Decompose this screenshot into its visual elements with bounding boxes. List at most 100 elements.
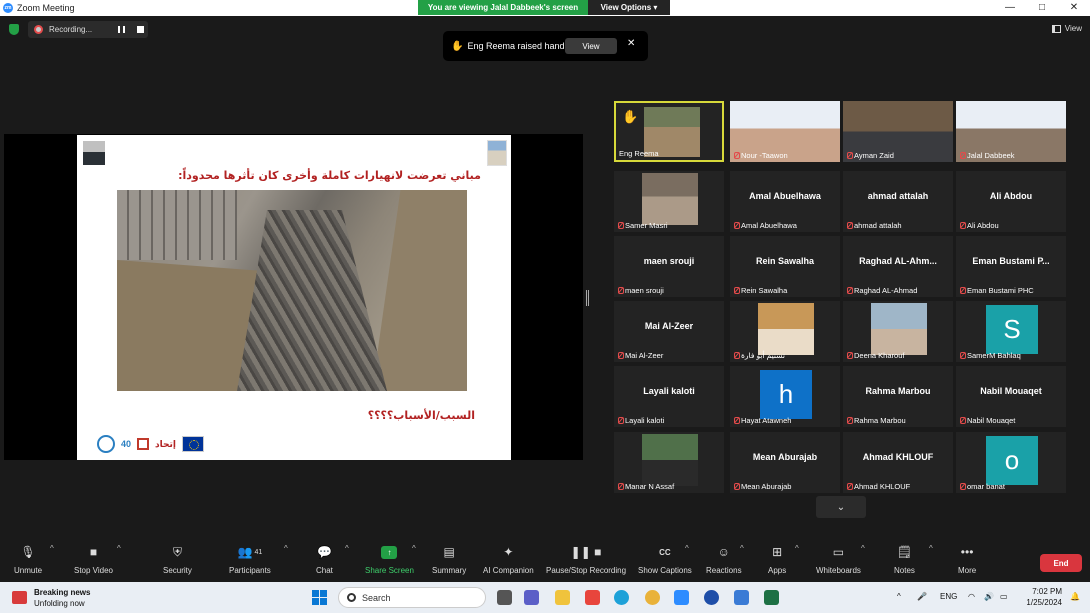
- reactions-caret[interactable]: ^: [740, 544, 744, 553]
- photos-icon[interactable]: [734, 590, 749, 605]
- task-view-icon[interactable]: [497, 590, 512, 605]
- security-button[interactable]: ⛨ Security: [163, 544, 192, 576]
- news-widget[interactable]: Breaking news Unfolding now: [34, 587, 90, 609]
- end-meeting-button[interactable]: End: [1040, 554, 1082, 572]
- participant-tile[interactable]: Ahmad KHLOUF Ahmad KHLOUF: [843, 432, 953, 493]
- shield-icon[interactable]: [9, 24, 19, 35]
- participant-display-name: Rahma Marbou: [865, 386, 931, 396]
- share-screen-button[interactable]: ↑ Share Screen: [365, 544, 414, 575]
- participant-video: [758, 303, 814, 355]
- whiteboards-button[interactable]: ▭ Whiteboards: [816, 544, 861, 575]
- participant-tile[interactable]: h Hayat Atawneh: [730, 366, 840, 427]
- participant-tile[interactable]: Layali kaloti Layali kaloti: [614, 366, 724, 427]
- participant-tile[interactable]: maen srouji maen srouji: [614, 236, 724, 297]
- participant-tile[interactable]: Rein Sawalha Rein Sawalha: [730, 236, 840, 297]
- participant-display-name: Eman Bustami P...: [972, 256, 1050, 266]
- unmute-label: Unmute: [14, 566, 43, 575]
- mic-muted-icon: [733, 352, 740, 359]
- participant-tile[interactable]: Eman Bustami P... Eman Bustami PHC: [956, 236, 1066, 297]
- more-button[interactable]: ••• More: [958, 544, 976, 575]
- minimize-button[interactable]: —: [994, 0, 1026, 16]
- volume-icon[interactable]: 🔊: [984, 592, 994, 601]
- microphone-tray-icon[interactable]: 🎤: [917, 592, 927, 601]
- apps-caret[interactable]: ^: [795, 544, 799, 553]
- unmute-button[interactable]: 🎙 Unmute: [14, 544, 42, 575]
- notifications-icon[interactable]: 🔔: [1070, 592, 1080, 601]
- notes-caret[interactable]: ^: [929, 544, 933, 553]
- participant-tile[interactable]: ahmad attalah ahmad attalah: [843, 171, 953, 232]
- participant-tile[interactable]: Raghad AL-Ahm... Raghad AL-Ahmad: [843, 236, 953, 297]
- app-blue-icon[interactable]: [704, 590, 719, 605]
- participant-tile[interactable]: o omar banat: [956, 432, 1066, 493]
- reactions-button[interactable]: ☺ Reactions: [706, 544, 742, 575]
- taskbar-search-input[interactable]: Search: [338, 587, 486, 608]
- participant-name: maen srouji: [625, 286, 664, 295]
- app-icon[interactable]: [585, 590, 600, 605]
- notification-view-button[interactable]: View: [565, 38, 617, 54]
- chat-caret[interactable]: ^: [345, 544, 349, 553]
- slide-heading: مباني تعرضت لانهيارات كاملة وأخرى كان تأ…: [178, 169, 481, 182]
- zoom-taskbar-icon[interactable]: [674, 590, 689, 605]
- stop-video-button[interactable]: ■ Stop Video: [74, 544, 113, 575]
- participant-tile[interactable]: Jalal Dabbeek: [956, 101, 1066, 162]
- system-clock[interactable]: 7:02 PM 1/25/2024: [1022, 586, 1062, 608]
- panel-splitter-handle[interactable]: [586, 290, 589, 306]
- notification-text: Eng Reema raised hand: [467, 41, 565, 51]
- teams-icon[interactable]: [524, 590, 539, 605]
- pause-recording-icon[interactable]: [118, 26, 125, 33]
- participants-caret[interactable]: ^: [284, 544, 288, 553]
- shared-screen[interactable]: مباني تعرضت لانهيارات كاملة وأخرى كان تأ…: [4, 134, 583, 460]
- participant-tile[interactable]: Manar N Assaf: [614, 432, 724, 493]
- battery-icon[interactable]: ▭: [1000, 592, 1008, 601]
- excel-icon[interactable]: [764, 590, 779, 605]
- participant-tile[interactable]: Nour -Taawon: [730, 101, 840, 162]
- summary-button[interactable]: ▤ Summary: [432, 544, 466, 575]
- participant-name-label: Rahma Marbou: [846, 416, 906, 425]
- participant-tile[interactable]: Rahma Marbou Rahma Marbou: [843, 366, 953, 427]
- ai-companion-button[interactable]: ✦ AI Companion: [483, 544, 534, 575]
- news-widget-icon[interactable]: [12, 591, 27, 604]
- file-explorer-icon[interactable]: [555, 590, 570, 605]
- participants-button[interactable]: 👥 41 Participants: [229, 544, 271, 575]
- pause-stop-recording-button[interactable]: ❚❚ ■ Pause/Stop Recording: [546, 544, 626, 575]
- participant-tile[interactable]: تسنيم أبو فارة: [730, 301, 840, 362]
- apps-label: Apps: [768, 566, 787, 575]
- share-options-caret[interactable]: ^: [412, 544, 416, 553]
- chat-button[interactable]: 💬 Chat: [316, 544, 333, 575]
- language-indicator[interactable]: ENG: [940, 592, 957, 601]
- windows-start-icon[interactable]: [312, 590, 327, 605]
- captions-caret[interactable]: ^: [685, 544, 689, 553]
- participant-tile[interactable]: Amal Abuelhawa Amal Abuelhawa: [730, 171, 840, 232]
- video-options-caret[interactable]: ^: [117, 544, 121, 553]
- view-layout-button[interactable]: View: [1051, 24, 1082, 33]
- participant-tile[interactable]: Ali Abdou Ali Abdou: [956, 171, 1066, 232]
- un-habitat-logo-icon: [97, 435, 115, 453]
- close-window-button[interactable]: ✕: [1058, 0, 1090, 16]
- partner-logos: 40 إتحاد: [97, 435, 204, 453]
- stop-recording-icon[interactable]: [137, 26, 144, 33]
- chrome-icon[interactable]: [645, 590, 660, 605]
- participant-tile[interactable]: Samer Masri: [614, 171, 724, 232]
- next-page-button[interactable]: ⌄: [816, 496, 866, 518]
- whiteboards-caret[interactable]: ^: [861, 544, 865, 553]
- participant-tile[interactable]: Mean Aburajab Mean Aburajab: [730, 432, 840, 493]
- apps-button[interactable]: ⊞ Apps: [768, 544, 786, 575]
- edge-icon[interactable]: [614, 590, 629, 605]
- audio-options-caret[interactable]: ^: [50, 544, 54, 553]
- participant-tile[interactable]: ✋ Eng Reema: [614, 101, 724, 162]
- view-options-button[interactable]: View Options ▾: [588, 0, 670, 15]
- mic-muted-icon: [617, 483, 624, 490]
- maximize-button[interactable]: □: [1026, 0, 1058, 16]
- tray-overflow-icon[interactable]: ^: [897, 592, 901, 601]
- wifi-icon[interactable]: ◠: [968, 592, 975, 601]
- participant-tile[interactable]: Deena Kharouf: [843, 301, 953, 362]
- close-icon[interactable]: ✕: [627, 38, 635, 49]
- participant-tile[interactable]: Ayman Zaid: [843, 101, 953, 162]
- participant-tile[interactable]: Mai Al-Zeer Mai Al-Zeer: [614, 301, 724, 362]
- presentation-slide: مباني تعرضت لانهيارات كاملة وأخرى كان تأ…: [77, 135, 511, 460]
- participant-tile[interactable]: Nabil Mouaqet Nabil Mouaqet: [956, 366, 1066, 427]
- participant-tile[interactable]: S SamerM Bahlaq: [956, 301, 1066, 362]
- participant-gallery: ✋ Eng Reema Nour -Taawon Ayman Zaid Jalal Da…: [614, 101, 1066, 493]
- show-captions-button[interactable]: CC Show Captions: [638, 544, 692, 576]
- notes-button[interactable]: 🗒 Notes: [894, 544, 915, 575]
